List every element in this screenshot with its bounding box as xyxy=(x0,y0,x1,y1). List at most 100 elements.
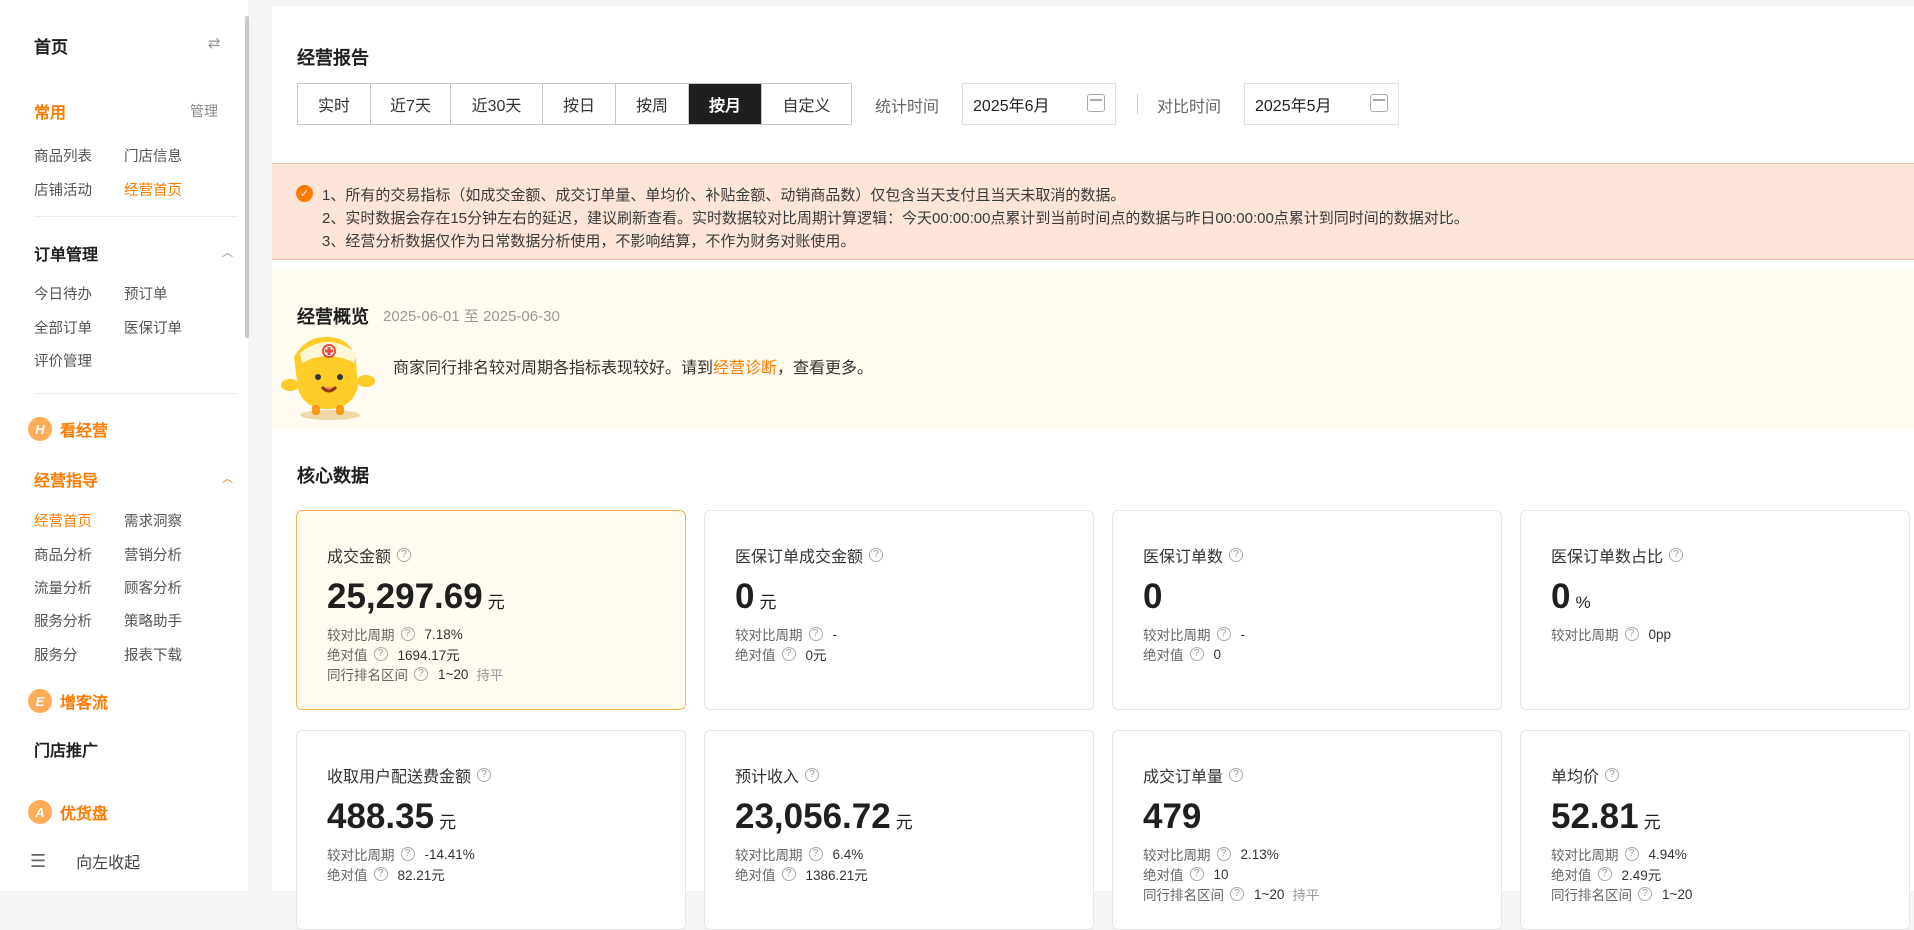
metric-value: 0 xyxy=(1143,577,1163,616)
divider xyxy=(1137,94,1138,114)
help-icon[interactable]: ? xyxy=(1597,867,1612,881)
sidebar-scrollbar[interactable] xyxy=(245,16,249,338)
overview-text: 商家同行排名较对周期各指标表现较好。请到经营诊断，查看更多。 xyxy=(393,354,873,378)
help-icon[interactable]: ? xyxy=(1189,647,1204,661)
metric-value: 479 xyxy=(1143,797,1202,836)
help-icon[interactable]: ? xyxy=(400,847,415,861)
sidebar-item-product-analysis[interactable]: 商品分析 xyxy=(34,544,92,565)
sidebar-item-store-promo[interactable]: 门店推广 xyxy=(34,737,98,761)
help-icon[interactable]: ? xyxy=(1189,867,1204,881)
sidebar-item-demand-insight[interactable]: 需求洞察 xyxy=(124,510,182,531)
help-icon[interactable]: ? xyxy=(400,627,415,641)
compare-time-picker[interactable]: 2025年5月 xyxy=(1244,83,1399,125)
help-icon[interactable]: ? xyxy=(781,647,796,661)
metric-card-gmv[interactable]: 成交金额? 25,297.69 元 较对比周期? 7.18% 绝对值? 1694.17… xyxy=(296,510,686,710)
sidebar-item-store-info[interactable]: 门店信息 xyxy=(124,145,182,166)
sidebar-item-service-score[interactable]: 服务分 xyxy=(34,644,78,665)
notice-banner: ✓ 1、所有的交易指标（如成交金额、成交订单量、单均价、补贴金额、动销商品数）仅… xyxy=(272,163,1914,260)
sidebar-item-medical-orders[interactable]: 医保订单 xyxy=(124,317,182,338)
tab-weekly[interactable]: 按周 xyxy=(616,84,689,124)
calendar-icon xyxy=(1370,94,1388,112)
help-icon[interactable]: ? xyxy=(414,667,428,681)
help-icon[interactable]: ? xyxy=(1605,768,1620,782)
sidebar-item-reviews[interactable]: 评价管理 xyxy=(34,350,92,371)
help-icon[interactable]: ? xyxy=(781,867,796,881)
sidebar-section-label: 优货盘 xyxy=(60,806,109,823)
sidebar-group-orders[interactable]: 订单管理 xyxy=(34,241,98,265)
overview-title: 经营概览 xyxy=(297,307,369,327)
sidebar-item-customer-analysis[interactable]: 顾客分析 xyxy=(124,577,182,598)
sidebar-item-guide-home[interactable]: 经营首页 xyxy=(34,510,92,531)
stat-time-label: 统计时间 xyxy=(875,99,940,116)
sidebar-item-traffic-analysis[interactable]: 流量分析 xyxy=(34,577,92,598)
metric-row: 较对比周期? -14.41% xyxy=(327,846,475,864)
help-icon[interactable]: ? xyxy=(1624,847,1639,861)
sidebar-item-service-analysis[interactable]: 服务分析 xyxy=(34,610,92,631)
diagnosis-link[interactable]: 经营诊断 xyxy=(713,360,777,377)
help-icon[interactable]: ? xyxy=(477,768,492,782)
sidebar-item-today-todo[interactable]: 今日待办 xyxy=(34,283,92,304)
help-icon[interactable]: ? xyxy=(1216,627,1231,641)
sidebar-item-product-list[interactable]: 商品列表 xyxy=(34,145,92,166)
metric-card-delivery-fee[interactable]: 收取用户配送费金额? 488.35 元 较对比周期? -14.41% 绝对值? 82.… xyxy=(296,730,686,930)
help-icon[interactable]: ? xyxy=(808,847,823,861)
calendar-icon xyxy=(1087,94,1105,112)
tab-custom[interactable]: 自定义 xyxy=(762,84,851,124)
sidebar-manage-link[interactable]: 管理 xyxy=(190,101,218,121)
help-icon[interactable]: ? xyxy=(1229,768,1244,782)
metric-card-avg-price[interactable]: 单均价? 52.81 元 较对比周期? 4.94% 绝对值? 2.49元 同行排名区间… xyxy=(1520,730,1910,930)
metric-row: 绝对值? 0元 xyxy=(735,647,827,663)
overview-date-range: 2025-06-01 至 2025-06-30 xyxy=(383,308,560,325)
sidebar-item-preorder[interactable]: 预订单 xyxy=(124,283,168,304)
metric-value: 0元 xyxy=(735,577,777,616)
metric-row: 较对比周期? 6.4% xyxy=(735,846,864,864)
tab-daily[interactable]: 按日 xyxy=(543,84,616,124)
sidebar-home[interactable]: 首页 xyxy=(34,33,68,58)
metric-title: 单均价? xyxy=(1551,763,1620,787)
sidebar-item-shop-activity[interactable]: 店铺活动 xyxy=(34,179,92,200)
metric-card-expected-income[interactable]: 预计收入? 23,056.72 元 较对比周期? 6.4% 绝对值? 1386.21元 xyxy=(704,730,1094,930)
sidebar-item-report-download[interactable]: 报表下载 xyxy=(124,644,182,665)
metric-card-order-count[interactable]: 成交订单量? 479 较对比周期? 2.13% 绝对值? 10 同行排名区间? 1~2… xyxy=(1112,730,1502,930)
help-icon[interactable]: ? xyxy=(1216,847,1231,861)
help-icon[interactable]: ? xyxy=(1230,887,1244,901)
collapse-label: 向左收起 xyxy=(76,855,141,872)
metric-row: 同行排名区间? 1~20 持平 xyxy=(1143,886,1320,904)
sidebar-item-all-orders[interactable]: 全部订单 xyxy=(34,317,92,338)
tab-monthly[interactable]: 按月 xyxy=(689,84,762,124)
metric-title: 医保订单数? xyxy=(1143,543,1244,567)
metric-row: 同行排名区间? 1~20 持平 xyxy=(327,666,504,684)
swap-icon[interactable]: ⇄ xyxy=(208,34,221,52)
help-icon[interactable]: ? xyxy=(373,647,388,661)
overview-panel xyxy=(272,270,1914,430)
check-icon: ✓ xyxy=(296,185,313,202)
metric-card-medical-gmv[interactable]: 医保订单成交金额? 0元 较对比周期? - 绝对值? 0元 xyxy=(704,510,1094,710)
chevron-up-icon[interactable]: ︿ xyxy=(222,244,233,260)
help-icon[interactable]: ? xyxy=(373,867,388,881)
stat-time-picker[interactable]: 2025年6月 xyxy=(962,83,1116,125)
help-icon[interactable]: ? xyxy=(1638,887,1652,901)
help-icon[interactable]: ? xyxy=(808,627,823,641)
sidebar-group-guide[interactable]: 经营指导 xyxy=(34,467,98,491)
metric-card-medical-ratio[interactable]: 医保订单数占比? 0% 较对比周期? 0pp xyxy=(1520,510,1910,710)
help-icon[interactable]: ? xyxy=(1624,627,1639,641)
sidebar-section-goods[interactable]: A 优货盘 xyxy=(28,799,108,825)
sidebar-section-traffic[interactable]: E 增客流 xyxy=(28,688,108,714)
chevron-up-icon[interactable]: ︿ xyxy=(222,470,233,486)
metric-title: 医保订单成交金额? xyxy=(735,543,884,567)
metric-card-medical-orders[interactable]: 医保订单数? 0 较对比周期? - 绝对值? 0 xyxy=(1112,510,1502,710)
sidebar-section-business[interactable]: H 看经营 xyxy=(28,416,108,442)
tab-7days[interactable]: 近7天 xyxy=(371,84,451,124)
business-section-icon: H xyxy=(28,417,52,441)
tab-30days[interactable]: 近30天 xyxy=(451,84,543,124)
sidebar-item-marketing-analysis[interactable]: 营销分析 xyxy=(124,544,182,565)
help-icon[interactable]: ? xyxy=(1669,548,1684,562)
sidebar-item-strategy-assistant[interactable]: 策略助手 xyxy=(124,610,182,631)
help-icon[interactable]: ? xyxy=(805,768,820,782)
help-icon[interactable]: ? xyxy=(397,548,412,562)
tab-realtime[interactable]: 实时 xyxy=(298,84,371,124)
help-icon[interactable]: ? xyxy=(1229,548,1244,562)
sidebar-item-business-home[interactable]: 经营首页 xyxy=(124,179,182,200)
help-icon[interactable]: ? xyxy=(869,548,884,562)
collapse-sidebar-button[interactable]: ☰ 向左收起 xyxy=(30,849,140,873)
